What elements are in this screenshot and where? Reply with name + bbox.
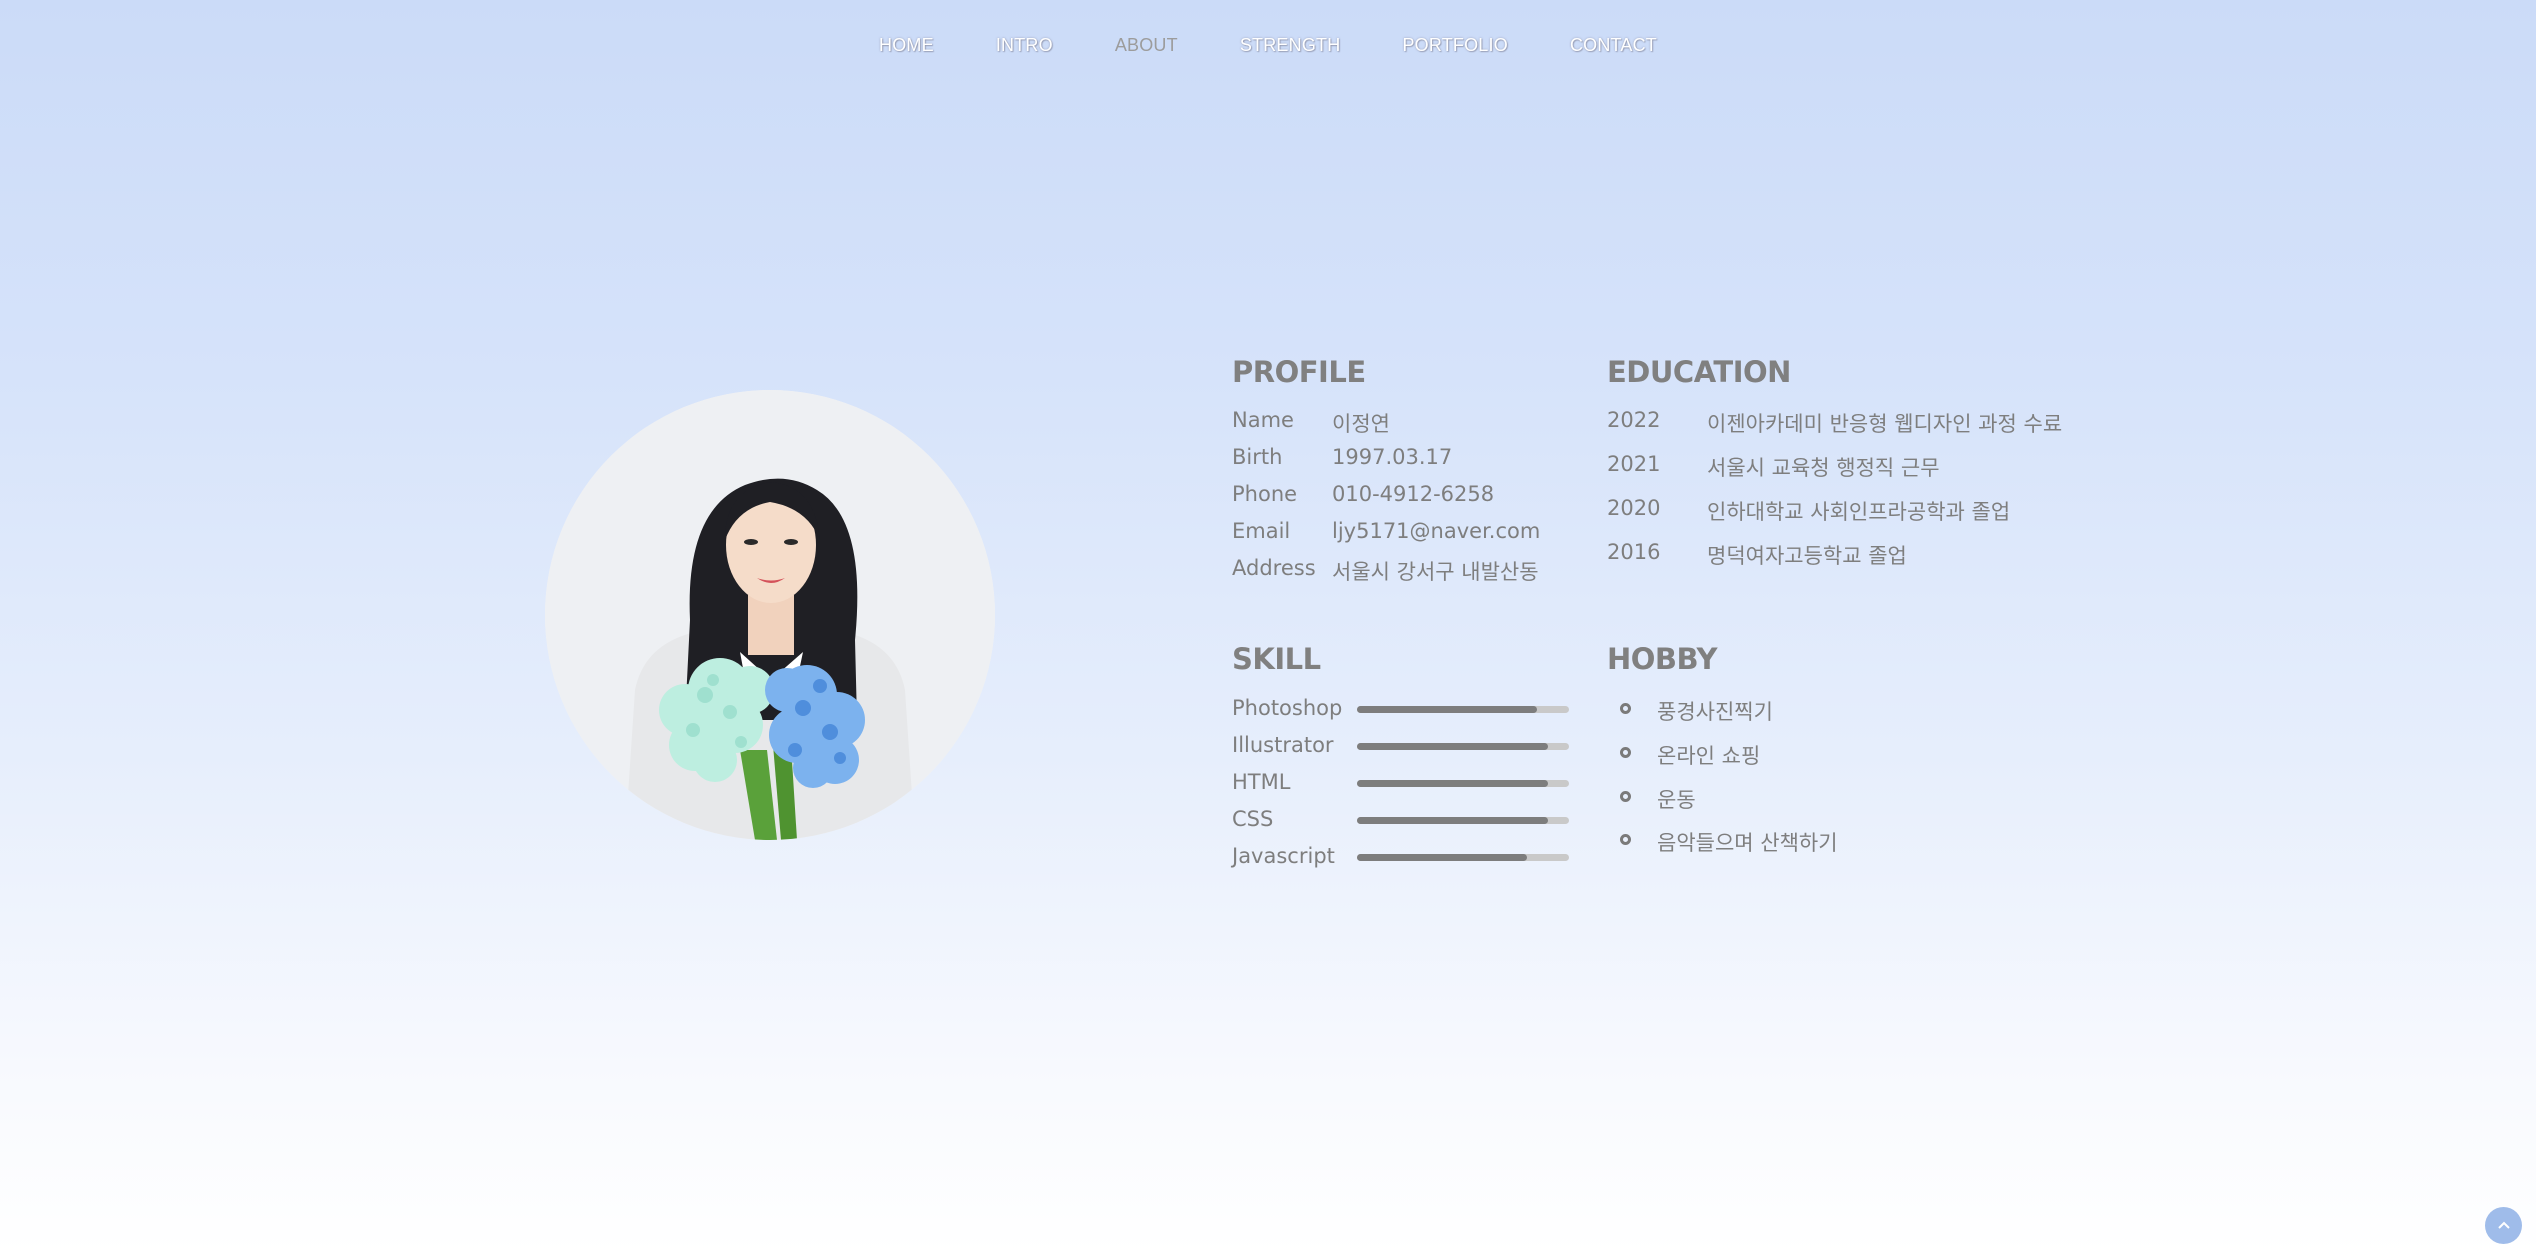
education-desc: 명덕여자고등학교 졸업: [1707, 544, 1907, 568]
skill-bar-fill: [1357, 854, 1527, 861]
profile-label: Email: [1232, 519, 1291, 543]
skill-title: SKILL: [1232, 642, 1321, 676]
skill-bar: [1357, 743, 1569, 750]
skill-bar: [1357, 706, 1569, 713]
hobby-label: 음악들으며 산책하기: [1657, 831, 1838, 855]
skill-row: Illustrator: [1232, 733, 1569, 757]
nav-portfolio[interactable]: PORTFOLIO: [1402, 35, 1508, 56]
bullet-icon: [1620, 834, 1631, 845]
education-year: 2020: [1607, 496, 1661, 520]
nav-intro[interactable]: INTRO: [996, 35, 1053, 56]
scroll-top-button[interactable]: [2485, 1207, 2522, 1244]
nav-about[interactable]: ABOUT: [1115, 35, 1178, 56]
skill-bar-fill: [1357, 706, 1538, 713]
hobby-label: 온라인 쇼핑: [1657, 744, 1761, 768]
profile-value: ljy5171@naver.com: [1332, 519, 1541, 543]
profile-value: 1997.03.17: [1332, 445, 1453, 469]
skill-row: HTML: [1232, 770, 1569, 794]
education-year: 2016: [1607, 540, 1661, 564]
education-desc: 이젠아카데미 반응형 웹디자인 과정 수료: [1707, 412, 2063, 436]
education-row: 2016 명덕여자고등학교 졸업: [1607, 540, 1907, 568]
profile-value: 서울시 강서구 내발산동: [1332, 560, 1539, 584]
skill-bar: [1357, 854, 1569, 861]
profile-label: Address: [1232, 556, 1316, 580]
hobby-label: 풍경사진찍기: [1657, 700, 1773, 724]
main-nav: HOME INTRO ABOUT STRENGTH PORTFOLIO CONT…: [0, 0, 2536, 90]
bullet-icon: [1620, 747, 1631, 758]
skill-bar-fill: [1357, 780, 1548, 787]
profile-row-email: Email ljy5171@naver.com: [1232, 519, 1540, 543]
education-year: 2022: [1607, 408, 1661, 432]
education-row: 2021 서울시 교육청 행정직 근무: [1607, 452, 1940, 480]
skill-row: CSS: [1232, 807, 1569, 831]
profile-value: 이정연: [1332, 412, 1390, 436]
bullet-icon: [1620, 791, 1631, 802]
profile-label: Birth: [1232, 445, 1283, 469]
education-title: EDUCATION: [1607, 355, 1791, 389]
hobby-label: 운동: [1657, 788, 1696, 812]
skill-row: Photoshop: [1232, 696, 1569, 720]
profile-value: 010-4912-6258: [1332, 482, 1495, 506]
profile-photo: [545, 390, 995, 840]
skill-label: CSS: [1232, 807, 1274, 831]
education-year: 2021: [1607, 452, 1661, 476]
education-row: 2020 인하대학교 사회인프라공학과 졸업: [1607, 496, 2010, 524]
skill-bar: [1357, 817, 1569, 824]
nav-home[interactable]: HOME: [879, 35, 934, 56]
hobby-title: HOBBY: [1607, 642, 1718, 676]
education-desc: 인하대학교 사회인프라공학과 졸업: [1707, 500, 2011, 524]
nav-contact[interactable]: CONTACT: [1570, 35, 1657, 56]
skill-label: HTML: [1232, 770, 1291, 794]
bullet-icon: [1620, 703, 1631, 714]
skill-bar: [1357, 780, 1569, 787]
profile-title: PROFILE: [1232, 355, 1366, 389]
profile-row-birth: Birth 1997.03.17: [1232, 445, 1452, 469]
skill-row: Javascript: [1232, 844, 1569, 868]
skill-bar-fill: [1357, 743, 1548, 750]
nav-strength[interactable]: STRENGTH: [1240, 35, 1341, 56]
profile-row-phone: Phone 010-4912-6258: [1232, 482, 1494, 506]
profile-row-address: Address 서울시 강서구 내발산동: [1232, 556, 1539, 584]
profile-label: Name: [1232, 408, 1294, 432]
profile-label: Phone: [1232, 482, 1298, 506]
education-desc: 서울시 교육청 행정직 근무: [1707, 456, 1940, 480]
skill-label: Photoshop: [1232, 696, 1343, 720]
chevron-up-icon: [2497, 1221, 2510, 1229]
profile-row-name: Name 이정연: [1232, 408, 1390, 436]
skill-bar-fill: [1357, 817, 1548, 824]
skill-label: Javascript: [1232, 844, 1335, 868]
education-row: 2022 이젠아카데미 반응형 웹디자인 과정 수료: [1607, 408, 2062, 436]
skill-label: Illustrator: [1232, 733, 1334, 757]
